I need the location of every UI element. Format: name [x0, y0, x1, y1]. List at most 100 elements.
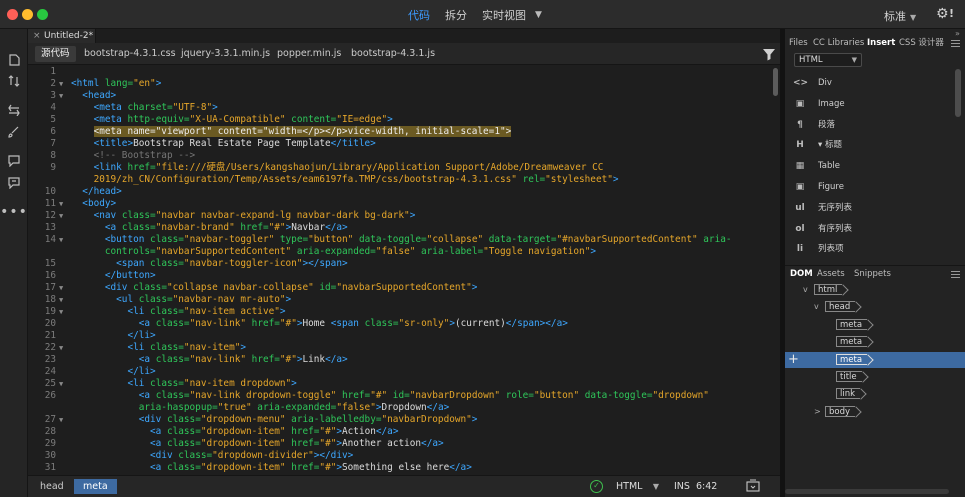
filter-icon[interactable] [762, 47, 776, 61]
code-line[interactable]: 8 <!-- Bootstrap --> [28, 150, 771, 162]
dom-node-row[interactable]: title [785, 369, 965, 385]
view-live-button[interactable]: 实时视图 [482, 7, 526, 23]
dom-node-row[interactable]: link [785, 386, 965, 402]
comment-icon[interactable] [0, 149, 28, 171]
file-icon[interactable] [0, 48, 28, 70]
code-line[interactable]: 2019/zh_CN/Configuration/Temp/Assets/eam… [28, 174, 771, 186]
code-line[interactable]: 10 </head> [28, 186, 771, 198]
dom-node-tag[interactable]: link [836, 388, 861, 400]
workspace-switcher[interactable]: 标准 ▼ [884, 8, 916, 24]
code-editor[interactable]: 1 2 ▼ <html lang="en"> 3 ▼ <head> 4 <meta char… [28, 65, 771, 475]
zoom-window-button[interactable] [37, 9, 48, 20]
code-line[interactable]: controls="navbarSupportedContent" aria-e… [28, 246, 771, 258]
code-line[interactable]: 15 <span class="navbar-toggler-icon"></s… [28, 258, 771, 270]
code-line[interactable]: 5 <meta http-equiv="X-UA-Compatible" con… [28, 114, 771, 126]
tab-cc-libraries[interactable]: CC Libraries [813, 37, 864, 50]
code-line[interactable]: 12 ▼ <nav class="navbar navbar-expand-lg … [28, 210, 771, 222]
tree-toggle-icon[interactable]: > [814, 406, 821, 418]
tab-dom[interactable]: DOM [790, 269, 813, 280]
code-line[interactable]: 13 <a class="navbar-brand" href="#">Navb… [28, 222, 771, 234]
code-line[interactable]: 9 <link href="file:///硬盘/Users/kangshaoj… [28, 162, 771, 174]
fold-toggle-icon[interactable]: ▼ [59, 78, 63, 90]
code-line[interactable]: aria-haspopup="true" aria-expanded="fals… [28, 402, 771, 414]
tree-toggle-icon[interactable]: v [803, 284, 808, 296]
code-line[interactable]: 7 <title>Bootstrap Real Estate Page Temp… [28, 138, 771, 150]
insert-item-paragraph[interactable]: ¶ 段落 [785, 115, 955, 135]
breadcrumb-meta[interactable]: meta [74, 479, 117, 494]
related-file-popper[interactable]: popper.min.js [271, 46, 347, 62]
code-line[interactable]: 4 <meta charset="UTF-8"> [28, 102, 771, 114]
related-file-jquery[interactable]: jquery-3.3.1.min.js [175, 46, 276, 62]
fold-toggle-icon[interactable]: ▼ [59, 234, 63, 246]
panel-menu-icon[interactable] [951, 40, 960, 47]
code-line[interactable]: 11 ▼ <body> [28, 198, 771, 210]
dom-scrollbar[interactable] [785, 489, 949, 494]
fold-toggle-icon[interactable]: ▼ [59, 414, 63, 426]
tab-css-designer[interactable]: CSS 设计器 [899, 37, 944, 50]
code-line[interactable]: 24 </li> [28, 366, 771, 378]
dom-node-tag[interactable]: body [825, 405, 856, 417]
sync-icon[interactable] [0, 69, 28, 91]
code-line[interactable]: 31 <a class="dropdown-item" href="#">Som… [28, 462, 771, 474]
tab-assets[interactable]: Assets [817, 269, 845, 280]
dom-node-tag[interactable]: title [836, 371, 862, 382]
close-icon[interactable]: × [33, 29, 41, 43]
related-file-source[interactable]: 源代码 [35, 46, 76, 62]
fold-toggle-icon[interactable]: ▼ [59, 306, 63, 318]
minimize-window-button[interactable] [22, 9, 33, 20]
insert-item-figure[interactable]: ▣ Figure [785, 177, 955, 197]
insert-scrollbar[interactable] [955, 69, 961, 117]
related-file-bootstrap-css[interactable]: bootstrap-4.3.1.css [78, 46, 182, 62]
dom-node-tag[interactable]: head [825, 301, 856, 313]
dom-node-tag[interactable]: html [814, 284, 843, 295]
dom-node-row[interactable]: v head [785, 299, 965, 315]
insert-item-image[interactable]: ▣ Image [785, 94, 955, 114]
transform-icon[interactable] [0, 98, 28, 120]
insert-item-heading[interactable]: H ▾ 标题 [785, 135, 955, 155]
code-line[interactable]: 26 <a class="nav-link dropdown-toggle" h… [28, 390, 771, 402]
chevron-down-icon[interactable]: ▼ [535, 10, 542, 20]
code-line[interactable]: 28 <a class="dropdown-item" href="#">Act… [28, 426, 771, 438]
breadcrumb-head[interactable]: head [31, 479, 73, 494]
code-line[interactable]: 17 ▼ <div class="collapse navbar-collapse… [28, 282, 771, 294]
insert-item-unordered-list[interactable]: ul 无序列表 [785, 198, 955, 218]
dom-menu-icon[interactable] [951, 271, 960, 278]
dom-node-row[interactable]: + meta [785, 351, 965, 368]
code-line[interactable]: 1 [28, 66, 771, 78]
code-line[interactable]: 20 <a class="nav-link" href="#">Home <sp… [28, 318, 771, 330]
tab-files[interactable]: Files [789, 37, 808, 50]
document-type-select[interactable]: HTML ▼ [616, 479, 662, 494]
fold-toggle-icon[interactable]: ▼ [59, 198, 63, 210]
code-line[interactable]: 18 ▼ <ul class="navbar-nav mr-auto"> [28, 294, 771, 306]
dom-node-row[interactable]: meta [785, 317, 965, 333]
document-tab[interactable]: × Untitled-2* [28, 29, 96, 43]
view-split-button[interactable]: 拆分 [445, 7, 467, 23]
insert-item-div[interactable]: <> Div [785, 73, 955, 93]
more-icon[interactable]: ••• [0, 201, 28, 223]
code-line[interactable]: 14 ▼ <button class="navbar-toggler" type=… [28, 234, 771, 246]
close-window-button[interactable] [7, 9, 18, 20]
dom-node-tag[interactable]: meta [836, 318, 868, 330]
code-line[interactable]: 6 <meta name="viewport" content="width=<… [28, 126, 771, 138]
insert-item-list-item[interactable]: li 列表项 [785, 239, 955, 259]
dom-node-tag[interactable]: meta [836, 336, 868, 348]
add-element-icon[interactable]: + [788, 353, 799, 366]
code-line[interactable]: 27 ▼ <div class="dropdown-menu" aria-labe… [28, 414, 771, 426]
insert-item-ordered-list[interactable]: ol 有序列表 [785, 219, 955, 239]
related-file-bootstrap-js[interactable]: bootstrap-4.3.1.js [345, 46, 441, 62]
dom-node-row[interactable]: meta [785, 334, 965, 350]
tab-insert[interactable]: Insert [867, 37, 895, 50]
tree-toggle-icon[interactable]: v [814, 301, 819, 313]
fold-toggle-icon[interactable]: ▼ [59, 378, 63, 390]
dom-node-row[interactable]: > body [785, 404, 965, 420]
code-line[interactable]: 16 </button> [28, 270, 771, 282]
preview-icon[interactable] [746, 479, 760, 493]
insert-item-table[interactable]: ▦ Table [785, 156, 955, 176]
code-line[interactable]: 2 ▼ <html lang="en"> [28, 78, 771, 90]
code-line[interactable]: 23 <a class="nav-link" href="#">Link</a> [28, 354, 771, 366]
code-line[interactable]: 29 <a class="dropdown-item" href="#">Ano… [28, 438, 771, 450]
fold-toggle-icon[interactable]: ▼ [59, 294, 63, 306]
check-circle-icon[interactable]: ✓ [590, 480, 603, 493]
code-line[interactable]: 21 </li> [28, 330, 771, 342]
tab-snippets[interactable]: Snippets [854, 269, 891, 280]
